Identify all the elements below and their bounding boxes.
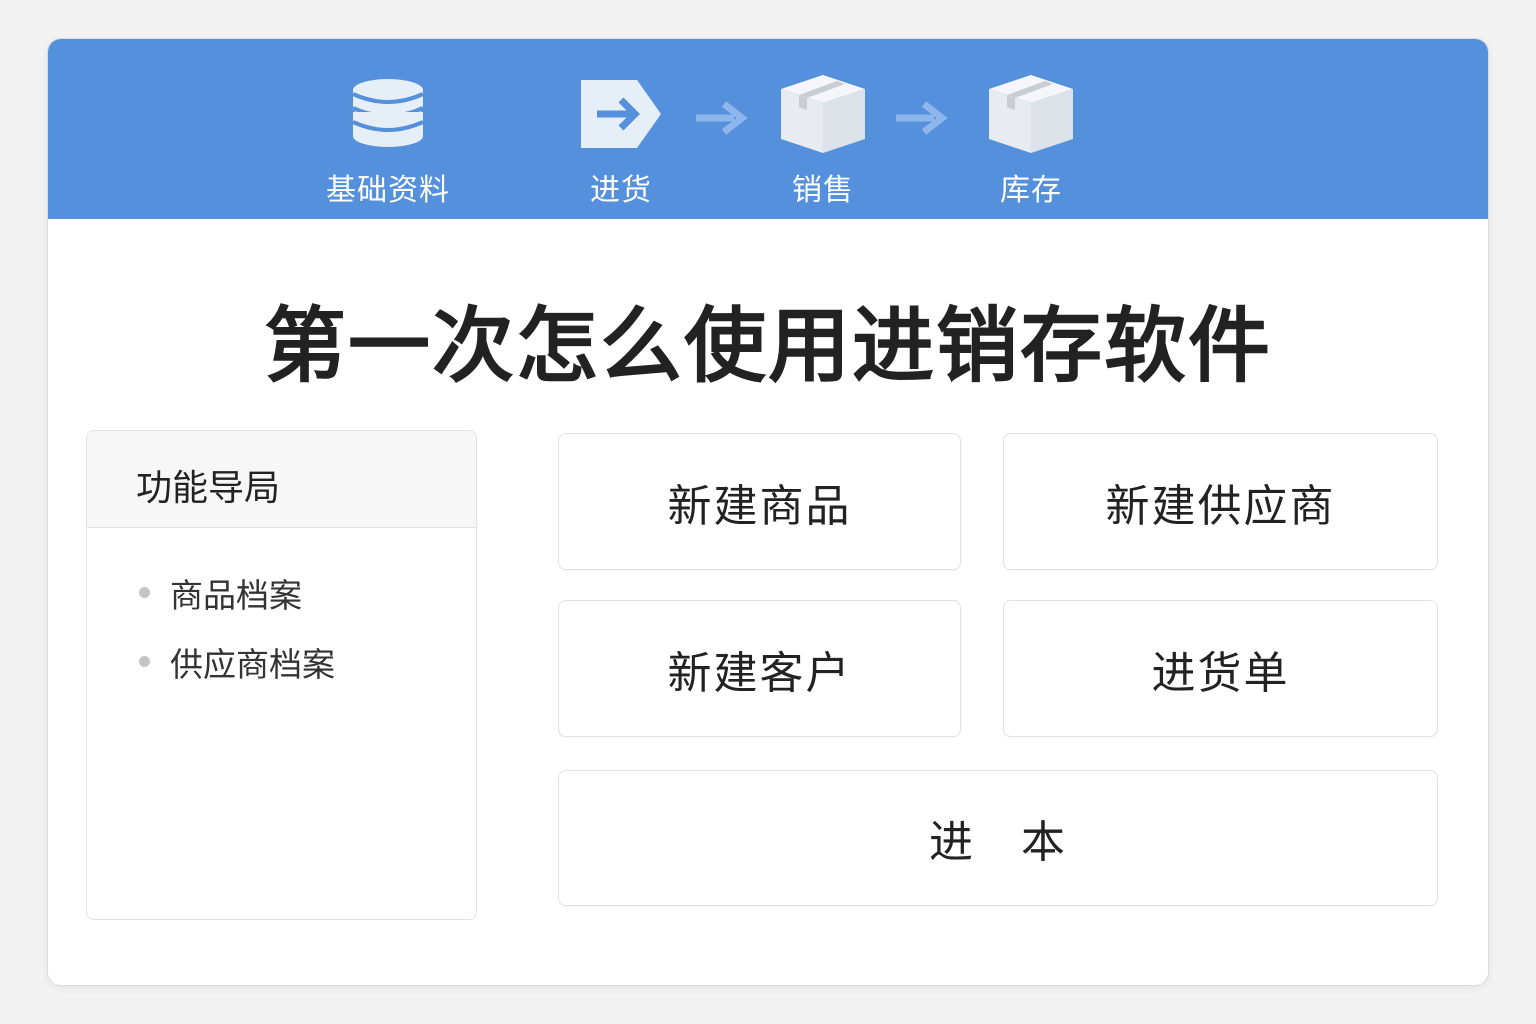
- arrow-right-icon: [896, 101, 948, 135]
- purchase-order-button[interactable]: 进货单: [1003, 600, 1438, 737]
- step-label: 库存: [1000, 173, 1062, 208]
- nav-item-product-archive[interactable]: 商品档案: [139, 558, 476, 627]
- step-purchase[interactable]: 进货: [541, 77, 701, 209]
- step-label: 销售: [792, 173, 854, 208]
- purchase-cost-button[interactable]: 进 本: [558, 770, 1438, 906]
- workflow-header: 基础资料 进货 销售 库存: [48, 39, 1488, 219]
- new-product-button[interactable]: 新建商品: [558, 433, 961, 570]
- step-label: 基础资料: [326, 173, 450, 208]
- panel-title: 功能导局: [87, 431, 476, 528]
- nav-item-label: 商品档案: [170, 575, 302, 615]
- step-inventory[interactable]: 库存: [951, 75, 1111, 209]
- step-label: 进货: [590, 173, 652, 208]
- main-card: 基础资料 进货 销售 库存 第一次怎么使用进销存软件 功能导局 商品档案 供应商…: [47, 38, 1489, 986]
- new-customer-button[interactable]: 新建客户: [558, 600, 961, 737]
- arrow-right-icon: [696, 101, 748, 135]
- page-title: 第一次怎么使用进销存软件: [263, 299, 1272, 394]
- nav-item-label: 供应商档案: [170, 644, 335, 684]
- bullet-icon: [139, 587, 150, 598]
- database-icon: [308, 77, 468, 151]
- arrow-in-icon: [541, 77, 701, 151]
- box-icon: [951, 75, 1111, 153]
- step-sales[interactable]: 销售: [743, 75, 903, 209]
- new-supplier-button[interactable]: 新建供应商: [1003, 433, 1438, 570]
- box-icon: [743, 75, 903, 153]
- nav-item-supplier-archive[interactable]: 供应商档案: [139, 627, 476, 696]
- step-basic-data[interactable]: 基础资料: [308, 77, 468, 209]
- bullet-icon: [139, 656, 150, 667]
- function-nav-panel: 功能导局 商品档案 供应商档案: [86, 430, 477, 920]
